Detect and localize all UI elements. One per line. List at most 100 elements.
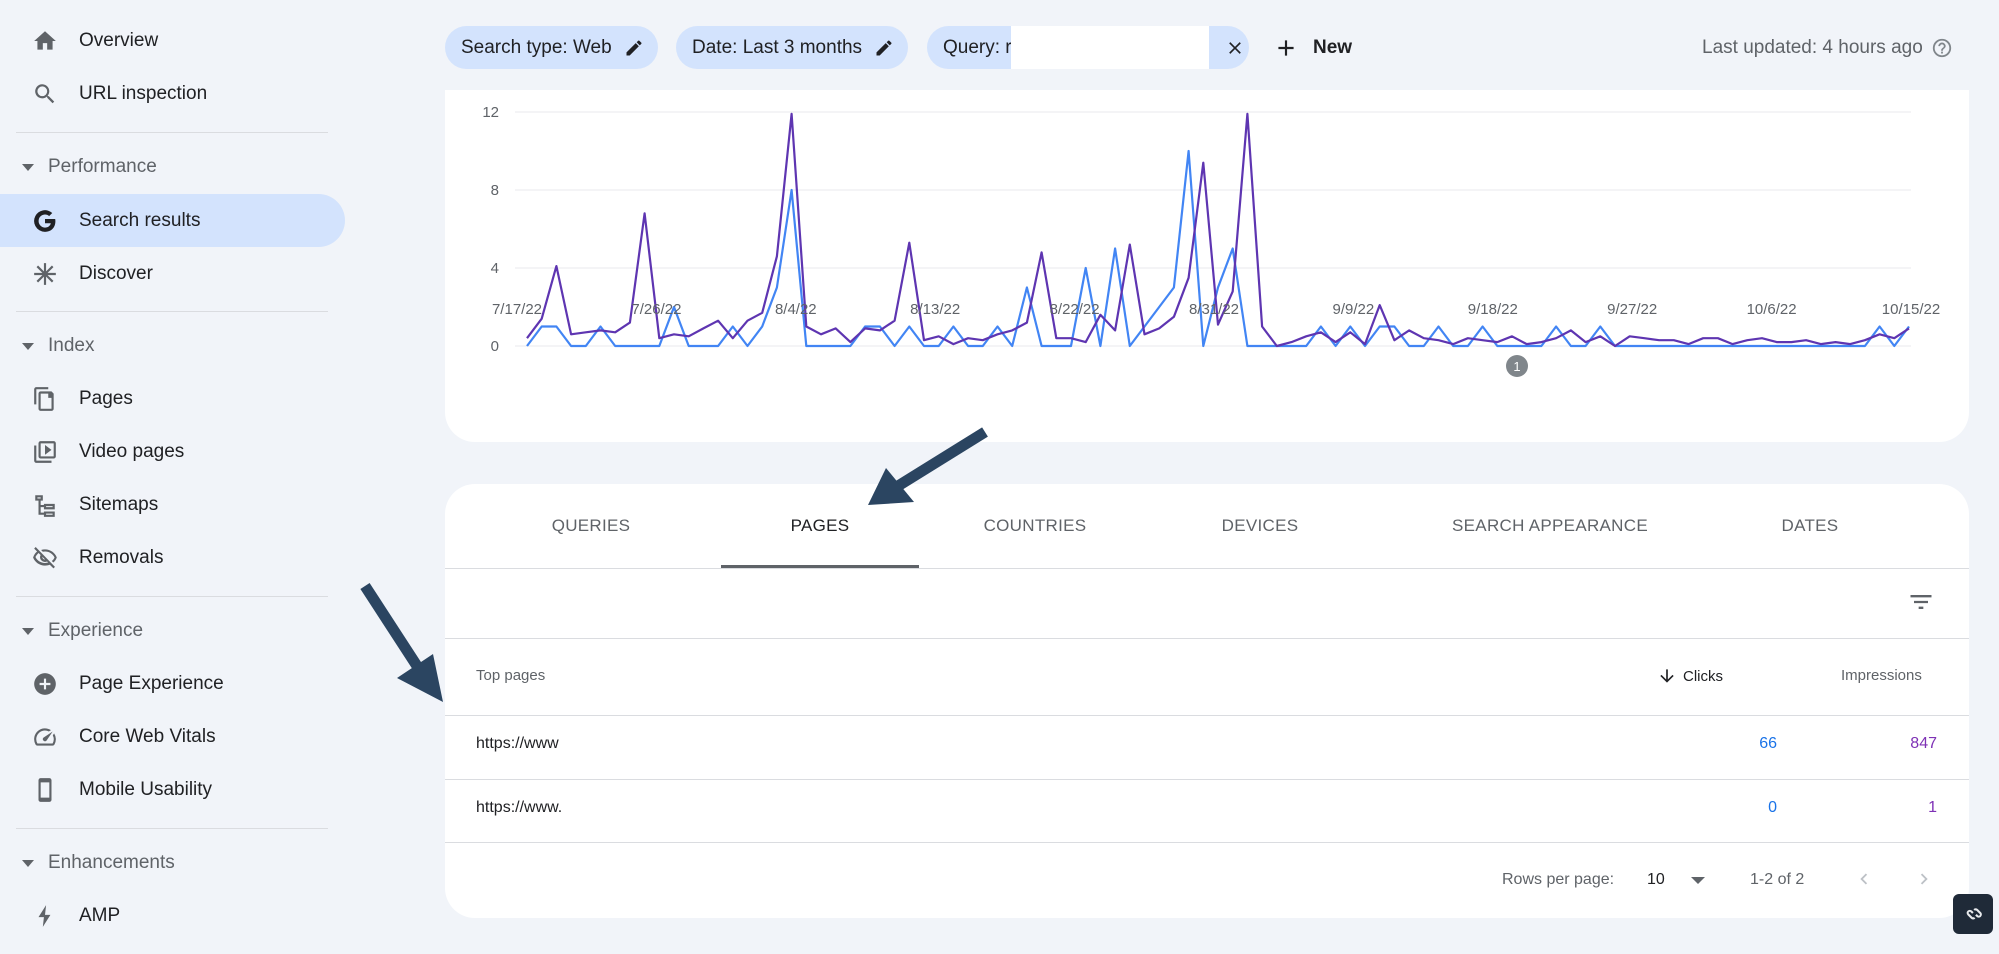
y-axis-title-left: Clicks (467, 90, 507, 91)
sidebar-divider (16, 132, 328, 133)
search-icon (30, 79, 60, 109)
sidebar-item-label: Removals (79, 546, 164, 568)
plus-circle-icon (30, 669, 60, 699)
sidebar-item-page-experience[interactable]: Page Experience (0, 657, 345, 710)
x-tick-label: 10/6/22 (1747, 301, 1797, 318)
x-tick-label: 7/17/22 (492, 301, 542, 318)
video-pages-icon (30, 437, 60, 467)
y-tick-label: 8 (491, 182, 499, 199)
header-divider (445, 715, 1969, 716)
tab-label: DATES (1781, 516, 1839, 535)
sidebar-item-label: Page Experience (79, 672, 224, 694)
last-updated: Last updated: 4 hours ago (1702, 26, 1953, 69)
x-tick-label: 8/13/22 (910, 301, 960, 318)
sidebar-item-overview[interactable]: Overview (0, 14, 345, 67)
sidebar-item-label: Search results (79, 209, 201, 231)
x-tick-label: 8/31/22 (1189, 301, 1239, 318)
section-enhancements[interactable]: Enhancements (0, 843, 330, 883)
filter-list-icon[interactable] (1907, 588, 1935, 616)
bolt-icon (30, 901, 60, 931)
column-header-clicks[interactable]: Clicks (1657, 666, 1723, 686)
tab-dates[interactable]: DATES (1735, 484, 1885, 568)
report-table-card: QUERIES PAGES COUNTRIES DEVICES SEARCH A… (445, 484, 1969, 918)
x-tick-label: 9/18/22 (1468, 301, 1518, 318)
sidebar-item-label: Pages (79, 387, 133, 409)
chevron-down-icon (22, 627, 34, 635)
tab-search-appearance[interactable]: SEARCH APPEARANCE (1425, 484, 1675, 568)
new-label: New (1313, 36, 1353, 58)
annotation-marker-label: 1 (1513, 359, 1520, 374)
close-icon[interactable] (1225, 38, 1245, 58)
sidebar-item-label: Core Web Vitals (79, 725, 216, 747)
home-icon (30, 26, 60, 56)
sidebar-item-removals[interactable]: Removals (0, 531, 345, 584)
y-tick-label: 4 (491, 260, 499, 277)
row-clicks: 66 (1759, 735, 1777, 752)
tab-label: QUERIES (551, 516, 631, 535)
row-url[interactable]: https://www. (476, 799, 562, 817)
sidebar-item-label: AMP (79, 904, 121, 926)
sidebar-item-mobile-usability[interactable]: Mobile Usability (0, 763, 345, 816)
row-impressions: 847 (1910, 735, 1937, 752)
sidebar-divider (16, 596, 328, 597)
search-type-chip[interactable]: Search type: Web (445, 26, 658, 69)
chevron-down-icon (22, 163, 34, 171)
sidebar-item-label: URL inspection (79, 82, 208, 104)
row-url[interactable]: https://www (476, 735, 559, 753)
row-divider (445, 779, 1969, 780)
chevron-left-icon[interactable] (1853, 868, 1875, 895)
tab-queries[interactable]: QUERIES (511, 484, 671, 568)
column-header-label: Clicks (1683, 667, 1723, 685)
date-chip[interactable]: Date: Last 3 months (676, 26, 909, 69)
plus-icon (1278, 39, 1294, 56)
column-header-impressions[interactable]: Impressions (1841, 667, 1922, 684)
help-icon[interactable] (1931, 37, 1953, 59)
filter-bar: Search type: Web Date: Last 3 months Que… (445, 0, 1999, 90)
section-label: Experience (48, 620, 144, 641)
section-performance[interactable]: Performance (0, 147, 330, 187)
column-header-top-pages[interactable]: Top pages (476, 667, 545, 684)
row-clicks: 0 (1768, 799, 1777, 816)
sidebar-item-sitemaps[interactable]: Sitemaps (0, 478, 345, 531)
sidebar-item-discover[interactable]: Discover (0, 247, 345, 300)
pages-icon (30, 384, 60, 414)
row-impressions: 1 (1928, 799, 1937, 816)
row-divider (445, 842, 1969, 843)
gauge-icon (30, 722, 60, 752)
sidebar-item-amp[interactable]: AMP (0, 889, 345, 942)
section-label: Performance (48, 156, 157, 177)
annotation-arrow-top-pages (360, 583, 443, 702)
sidebar-item-label: Sitemaps (79, 493, 159, 515)
sidebar-item-core-web-vitals[interactable]: Core Web Vitals (0, 710, 345, 763)
rows-per-page-select[interactable]: 10 (1647, 871, 1705, 889)
performance-chart-card: Clicks Impressions 12 8 4 0 7/17/22 7/26/22 8/4/… (445, 90, 1969, 442)
sidebar-divider (16, 828, 328, 829)
rows-per-page-label: Rows per page: (1502, 871, 1615, 888)
asterisk-icon (30, 259, 60, 289)
sidebar-item-label: Video pages (79, 440, 185, 462)
sidebar-item-label: Discover (79, 262, 153, 284)
tab-devices[interactable]: DEVICES (1175, 484, 1345, 568)
chevron-right-icon[interactable] (1913, 868, 1935, 895)
sidebar-item-label: Overview (79, 29, 159, 51)
sidebar-item-search-results[interactable]: Search results (0, 194, 345, 247)
x-tick-label: 10/15/22 (1882, 301, 1940, 318)
edit-icon[interactable] (624, 38, 644, 58)
eye-off-icon (30, 543, 60, 573)
section-label: Index (48, 335, 95, 356)
section-index[interactable]: Index (0, 326, 330, 366)
google-g-icon (30, 206, 60, 236)
section-experience[interactable]: Experience (0, 611, 330, 651)
chip-label: Date: Last 3 months (692, 36, 863, 58)
sidebar-item-url-inspection[interactable]: URL inspection (0, 67, 345, 120)
sidebar-item-video-pages[interactable]: Video pages (0, 425, 345, 478)
tab-label: DEVICES (1221, 516, 1299, 535)
link-icon[interactable] (1953, 894, 1993, 934)
sidebar-item-pages[interactable]: Pages (0, 372, 345, 425)
edit-icon[interactable] (874, 38, 894, 58)
sitemap-icon (30, 490, 60, 520)
sidebar-item-label: Mobile Usability (79, 778, 213, 800)
phone-icon (30, 775, 60, 805)
new-filter-button[interactable]: New (1273, 26, 1352, 69)
y-tick-label: 0 (491, 338, 499, 355)
